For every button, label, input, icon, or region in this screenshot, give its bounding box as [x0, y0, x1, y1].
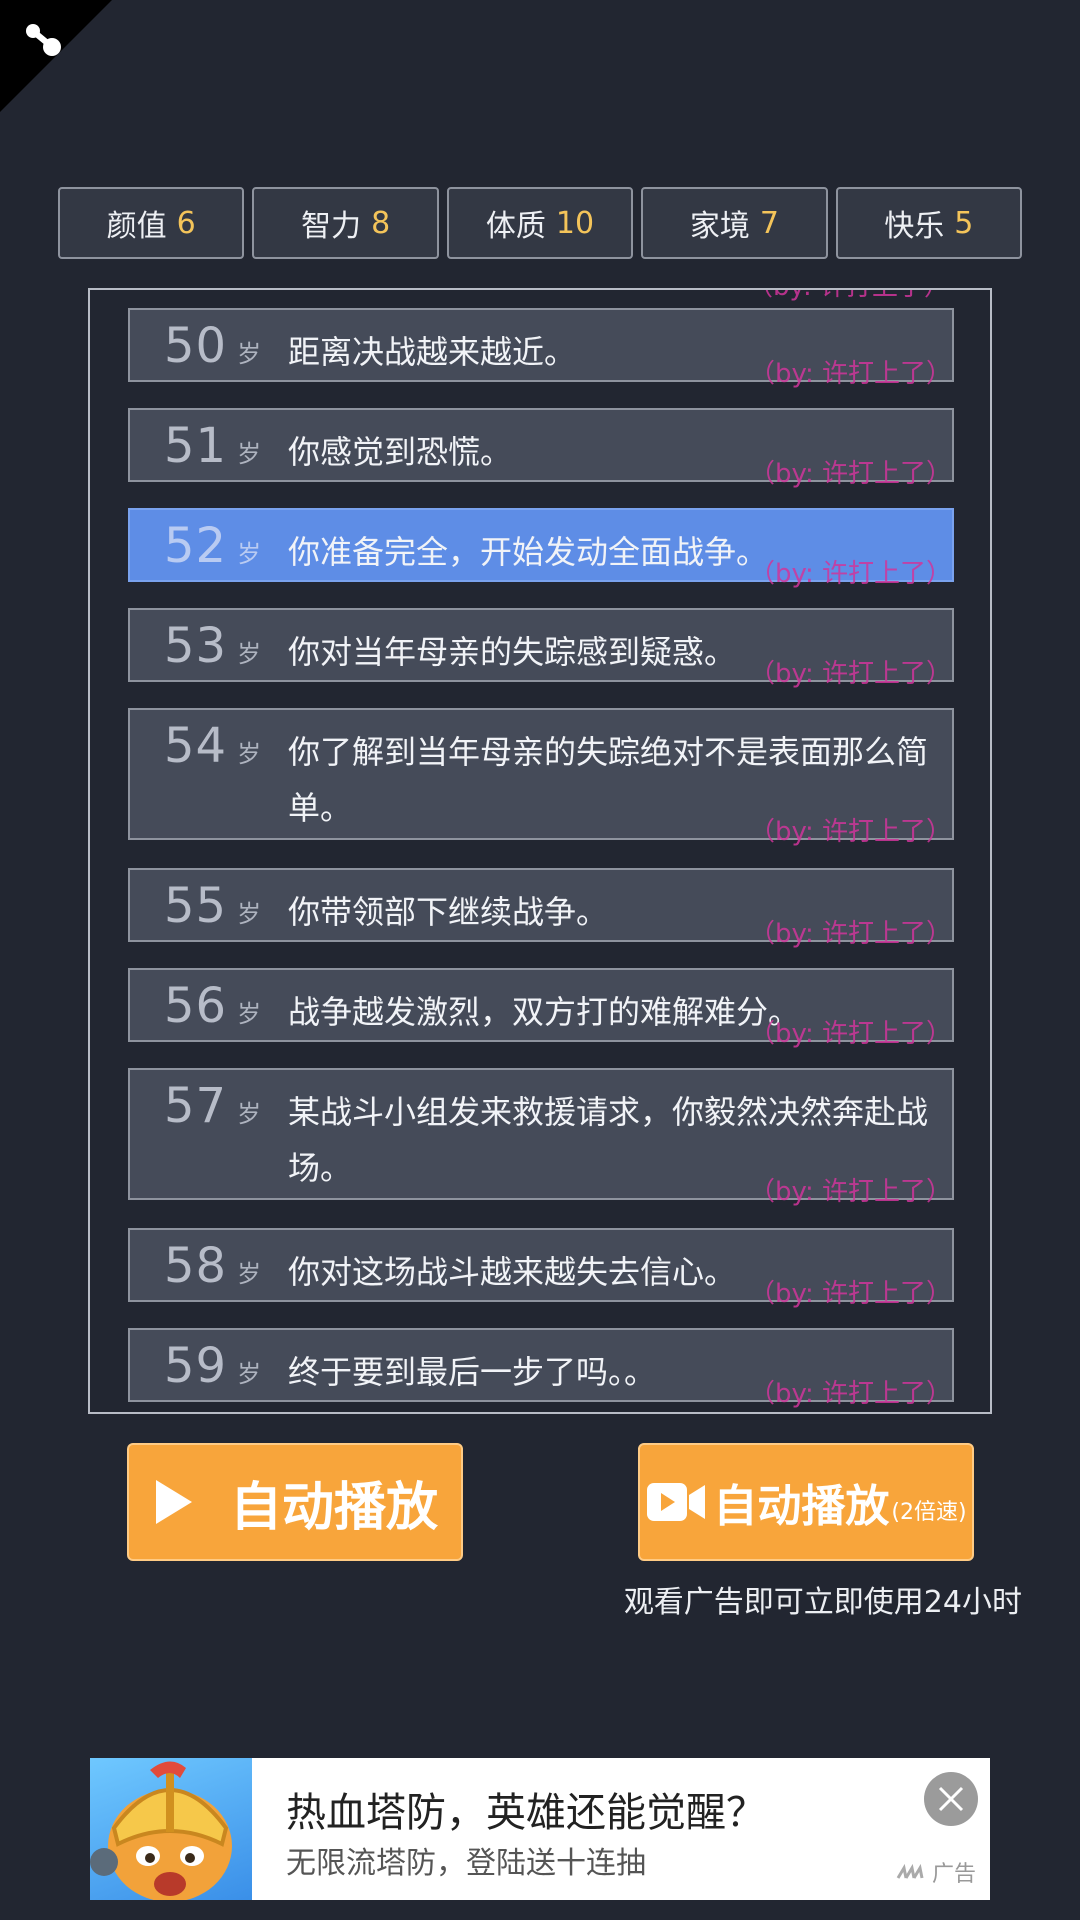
stat-label: 快乐	[884, 209, 945, 244]
stat-intelligence: 智力 8	[252, 187, 439, 259]
event-row: 54 岁 你了解到当年母亲的失踪绝对不是表面那么简单。 （by: 许打上了）	[128, 708, 954, 847]
stat-value: 10	[555, 205, 595, 241]
stat-value: 6	[176, 205, 196, 241]
close-icon	[938, 1786, 964, 1812]
author-tag: （by: 许打上了）	[748, 559, 952, 589]
ad-reward-note: 观看广告即可立即使用24小时	[623, 1585, 1022, 1620]
event-row: 55 岁 你带领部下继续战争。 （by: 许打上了）	[128, 868, 954, 949]
event-age: 54 岁	[164, 718, 263, 774]
ad-thumbnail[interactable]	[90, 1758, 252, 1900]
event-row: 58 岁 你对这场战斗越来越失去信心。 （by: 许打上了）	[128, 1228, 954, 1309]
ad-subtitle[interactable]: 无限流塔防，登陆送十连抽	[286, 1838, 646, 1882]
stat-value: 5	[954, 205, 974, 241]
event-row-highlighted: 52 岁 你准备完全，开始发动全面战争。 （by: 许打上了）	[128, 508, 954, 589]
stat-value: 7	[759, 205, 779, 241]
author-tag: （by: 许打上了）	[748, 359, 952, 389]
auto-play-fast-label: 自动播放	[713, 1481, 890, 1532]
event-age: 56 岁	[164, 978, 263, 1034]
event-row: 56 岁 战争越发激烈，双方打的难解难分。 （by: 许打上了）	[128, 968, 954, 1049]
event-row: 59 岁 终于要到最后一步了吗。。 （by: 许打上了）	[128, 1328, 954, 1409]
stat-label: 智力	[301, 209, 362, 244]
stat-appearance: 颜值 6	[58, 187, 245, 259]
stat-label: 家境	[689, 209, 750, 244]
ad-close-button[interactable]	[924, 1772, 978, 1826]
stat-family: 家境 7	[641, 187, 828, 259]
video-camera-icon	[647, 1483, 706, 1521]
event-age: 51 岁	[164, 418, 263, 474]
author-tag: （by: 许打上了）	[748, 659, 952, 689]
event-age: 52 岁	[164, 518, 263, 574]
event-age: 57 岁	[164, 1078, 263, 1134]
event-row: 53 岁 你对当年母亲的失踪感到疑惑。 （by: 许打上了）	[128, 608, 954, 689]
auto-play-label: 自动播放	[229, 1477, 438, 1538]
stat-happiness: 快乐 5	[835, 187, 1023, 259]
auto-play-fast-button[interactable]: 自动播放 (2倍速)	[638, 1443, 974, 1561]
author-tag: （by: 许打上了）	[748, 919, 952, 949]
share-icon	[26, 24, 61, 56]
ad-network-logo-icon	[896, 1864, 924, 1879]
knight-character-icon	[90, 1761, 232, 1900]
event-row: 50 岁 距离决战越来越近。 （by: 许打上了）	[128, 308, 954, 389]
attribute-bar: 颜值 6 智力 8 体质 10 家境 7 快乐 5	[58, 187, 1023, 259]
corner-menu-button[interactable]	[0, 0, 112, 112]
author-tag: （by: 许打上了）	[747, 290, 950, 303]
play-icon	[155, 1480, 192, 1524]
speed-label: (2倍速)	[891, 1500, 967, 1525]
event-age: 58 岁	[164, 1238, 263, 1294]
auto-play-button[interactable]: 自动播放	[127, 1443, 463, 1561]
author-tag: （by: 许打上了）	[748, 459, 952, 489]
ad-label: 广告	[896, 1856, 976, 1888]
event-row: 57 岁 某战斗小组发来救援请求，你毅然决然奔赴战场。 （by: 许打上了）	[128, 1068, 954, 1207]
ad-title[interactable]: 热血塔防，英雄还能觉醒？	[286, 1780, 766, 1838]
author-tag: （by: 许打上了）	[748, 817, 952, 847]
event-age: 59 岁	[164, 1338, 263, 1394]
event-age: 53 岁	[164, 618, 263, 674]
ad-banner[interactable]: 热血塔防，英雄还能觉醒？ 无限流塔防，登陆送十连抽 广告	[90, 1758, 990, 1900]
stat-physique: 体质 10	[446, 187, 634, 259]
screen: 颜值 6 智力 8 体质 10 家境 7 快乐 5 （by: 许打上了） 50岁…	[0, 0, 1080, 1920]
author-tag: （by: 许打上了）	[748, 1177, 952, 1207]
stat-label: 颜值	[106, 209, 167, 244]
event-row: 51 岁 你感觉到恐慌。 （by: 许打上了）	[128, 408, 954, 489]
stat-value: 8	[371, 205, 391, 241]
ad-tag-text: 广告	[931, 1862, 976, 1887]
stat-label: 体质	[485, 209, 546, 244]
life-events-list[interactable]: （by: 许打上了） 50岁 距离决战越来越近。 （by: 许打上了） 51岁 …	[88, 288, 992, 1414]
author-tag: （by: 许打上了）	[748, 1019, 952, 1049]
event-age: 55 岁	[164, 878, 263, 934]
author-tag: （by: 许打上了）	[748, 1379, 952, 1409]
author-tag: （by: 许打上了）	[748, 1279, 952, 1309]
event-age: 50 岁	[164, 318, 263, 374]
